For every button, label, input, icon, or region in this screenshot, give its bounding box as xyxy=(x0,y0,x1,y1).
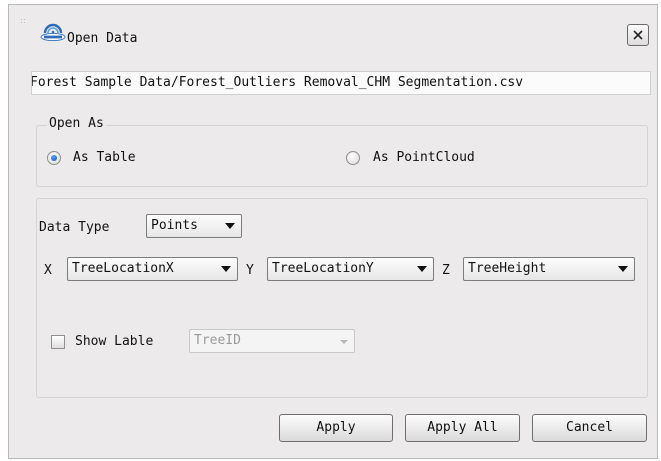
open-data-dialog: Open Data Forest Sample Data/Forest_Outl… xyxy=(8,4,658,459)
lidar360-logo-icon xyxy=(40,23,66,42)
z-field-dropdown[interactable]: TreeHeight xyxy=(463,257,635,281)
x-field-dropdown[interactable]: TreeLocationX xyxy=(67,257,238,281)
chevron-down-icon xyxy=(417,266,427,272)
as-table-radio[interactable] xyxy=(47,151,61,165)
close-icon xyxy=(633,30,643,40)
chevron-down-icon xyxy=(618,266,628,272)
show-label-text[interactable]: Show Lable xyxy=(75,334,153,350)
y-field-value: TreeLocationY xyxy=(272,261,374,276)
resize-grip-icon xyxy=(21,19,25,23)
open-as-legend: Open As xyxy=(47,116,106,132)
as-table-label[interactable]: As Table xyxy=(73,150,136,166)
apply-all-button[interactable]: Apply All xyxy=(405,414,520,442)
file-path-field[interactable]: Forest Sample Data/Forest_Outliers Remov… xyxy=(31,71,651,95)
x-field-value: TreeLocationX xyxy=(72,261,174,276)
chevron-down-icon xyxy=(221,266,231,272)
y-axis-label: Y xyxy=(246,263,254,278)
z-field-value: TreeHeight xyxy=(468,261,547,276)
z-axis-label: Z xyxy=(442,263,450,278)
data-settings-group xyxy=(36,198,648,398)
data-type-value: Points xyxy=(151,218,198,233)
y-field-dropdown[interactable]: TreeLocationY xyxy=(267,257,434,281)
as-pointcloud-radio[interactable] xyxy=(346,151,360,165)
dialog-title: Open Data xyxy=(67,31,138,46)
chevron-down-icon xyxy=(340,340,348,344)
close-button[interactable] xyxy=(627,24,649,46)
apply-button[interactable]: Apply xyxy=(279,414,393,442)
data-type-dropdown[interactable]: Points xyxy=(146,214,242,238)
data-type-label: Data Type xyxy=(39,220,110,235)
cancel-button[interactable]: Cancel xyxy=(532,414,647,442)
show-label-checkbox[interactable] xyxy=(51,335,65,349)
label-field-dropdown: TreeID xyxy=(189,329,355,353)
chevron-down-icon xyxy=(225,223,235,229)
title-bar[interactable]: Open Data xyxy=(9,5,657,61)
as-pointcloud-label[interactable]: As PointCloud xyxy=(373,150,475,166)
x-axis-label: X xyxy=(44,263,52,278)
label-field-value: TreeID xyxy=(194,333,241,348)
